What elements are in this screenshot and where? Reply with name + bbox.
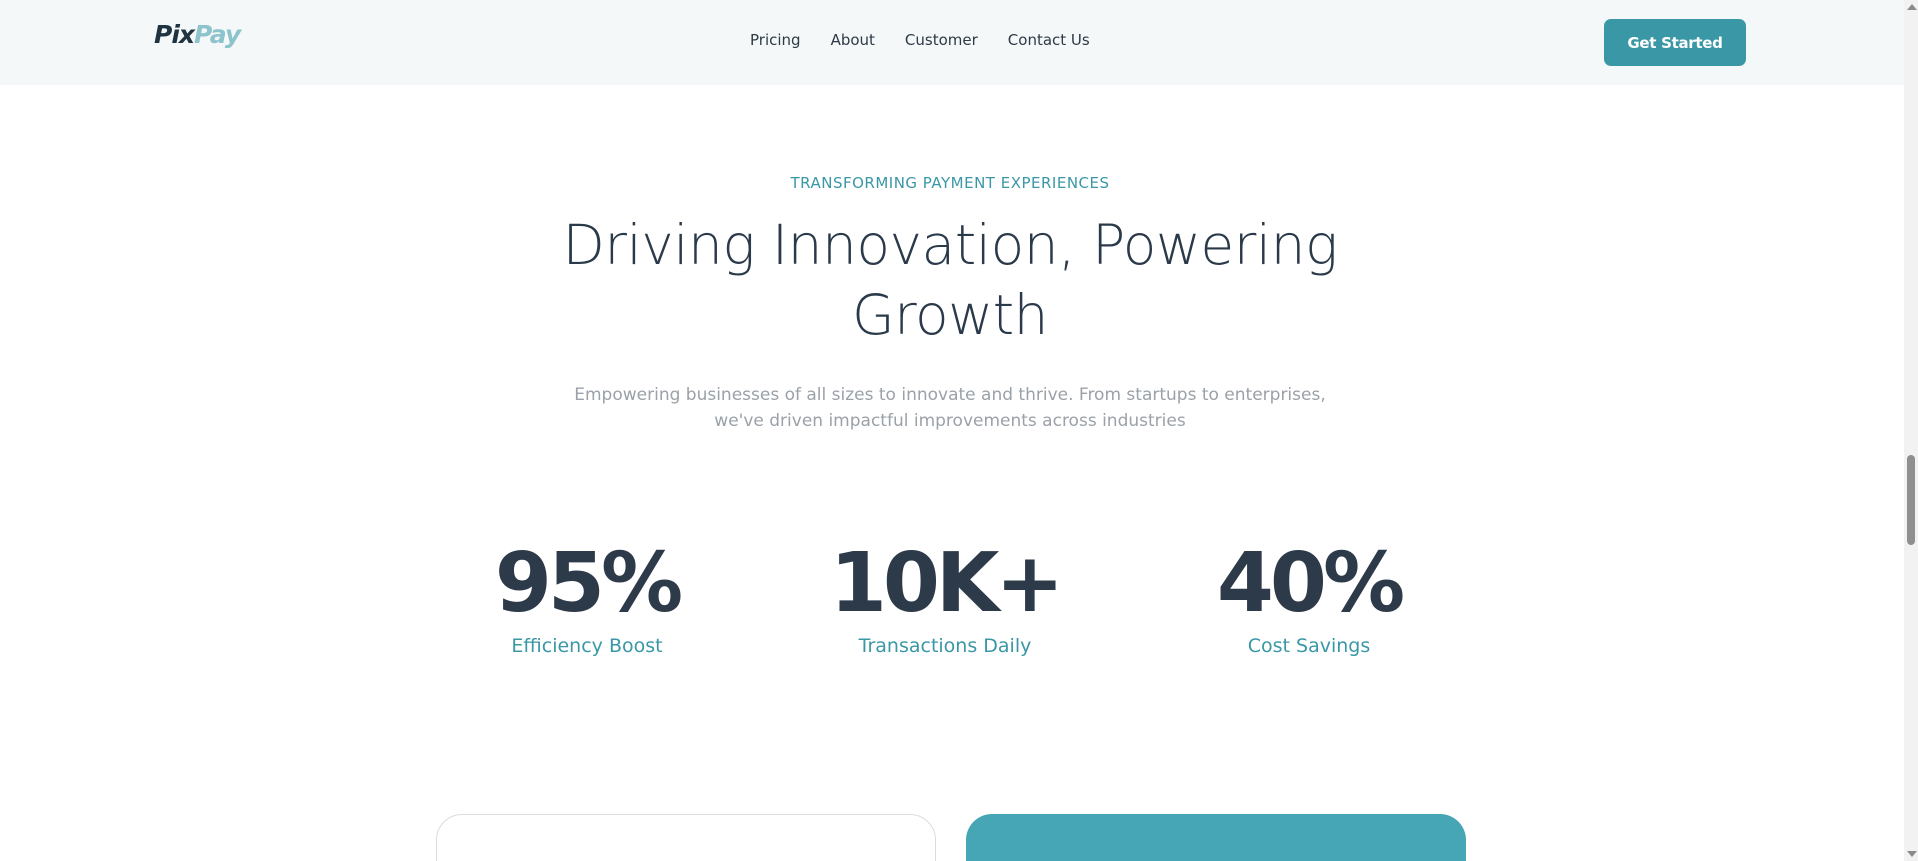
nav-link-about[interactable]: About <box>831 31 875 49</box>
scroll-down-icon[interactable] <box>1907 851 1917 857</box>
subtext-line-2: we've driven impactful improvements acro… <box>714 411 1186 431</box>
subtext-line-1: Empowering businesses of all sizes to in… <box>574 385 1326 405</box>
section-headline: Driving Innovation, Powering Growth <box>450 210 1450 350</box>
get-started-button[interactable]: Get Started <box>1604 19 1746 66</box>
scroll-up-icon[interactable] <box>1907 4 1917 10</box>
site-header: PixPay Pricing About Customer Contact Us… <box>0 0 1904 85</box>
stat-cost-savings: 40% Cost Savings <box>1129 535 1489 657</box>
nav-link-customer[interactable]: Customer <box>905 31 978 49</box>
stat-value: 40% <box>1216 536 1405 631</box>
main-nav: Pricing About Customer Contact Us <box>750 31 1090 49</box>
section-eyebrow: TRANSFORMING PAYMENT EXPERIENCES <box>790 174 1110 192</box>
stat-label: Cost Savings <box>1247 635 1371 657</box>
headline-line-2: Growth <box>851 283 1049 347</box>
stat-label: Efficiency Boost <box>511 635 663 657</box>
nav-link-contact-us[interactable]: Contact Us <box>1008 31 1090 49</box>
stat-efficiency: 95% Efficiency Boost <box>407 535 767 657</box>
page: PixPay Pricing About Customer Contact Us… <box>0 0 1918 861</box>
stat-transactions: 10K+ Transactions Daily <box>765 535 1125 657</box>
headline-line-1: Driving Innovation, Powering <box>562 213 1338 277</box>
scrollbar-thumb[interactable] <box>1907 455 1915 545</box>
pixpay-logo[interactable]: PixPay <box>154 20 241 49</box>
section-subtext: Empowering businesses of all sizes to in… <box>560 382 1340 434</box>
vertical-scrollbar[interactable] <box>1904 0 1918 861</box>
stat-value: 10K+ <box>829 536 1064 631</box>
feature-card-left <box>436 814 936 861</box>
nav-link-pricing[interactable]: Pricing <box>750 31 801 49</box>
stat-label: Transactions Daily <box>858 635 1032 657</box>
logo-text-pix: Pix <box>154 20 195 49</box>
feature-card-right <box>966 814 1466 861</box>
logo-text-pay: Pay <box>194 20 241 49</box>
stat-value: 95% <box>494 536 683 631</box>
